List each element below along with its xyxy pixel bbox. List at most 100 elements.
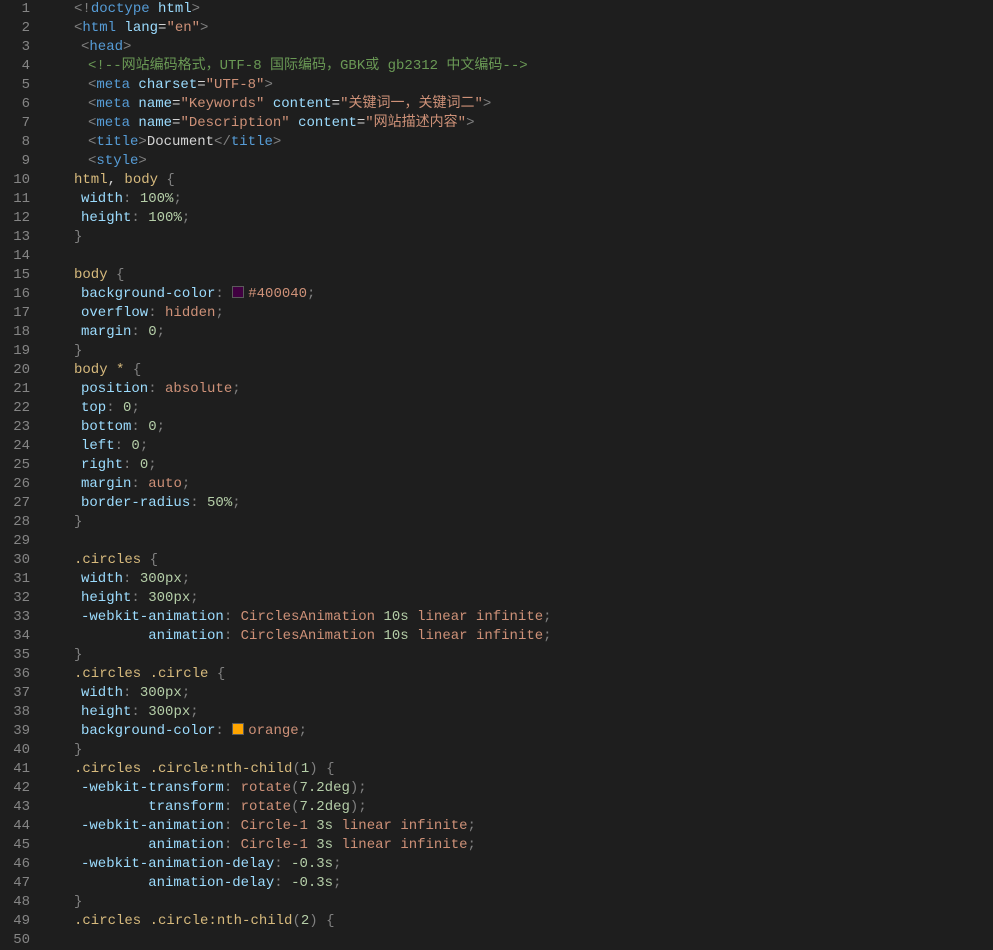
code-token: ;: [182, 210, 190, 226]
code-line[interactable]: width: 100%;: [60, 190, 993, 209]
code-line[interactable]: }: [60, 893, 993, 912]
code-token: background-color: [81, 723, 215, 739]
code-line[interactable]: height: 300px;: [60, 589, 993, 608]
code-line[interactable]: top: 0;: [60, 399, 993, 418]
code-token: margin: [81, 476, 131, 492]
code-line[interactable]: <!--网站编码格式，UTF-8 国际编码，GBK或 gb2312 中文编码--…: [60, 57, 993, 76]
code-line[interactable]: background-color: orange;: [60, 722, 993, 741]
code-token: right: [81, 457, 123, 473]
code-line[interactable]: -webkit-animation-delay: -0.3s;: [60, 855, 993, 874]
code-token: }: [74, 742, 82, 758]
code-token: :: [115, 438, 132, 454]
code-line[interactable]: <title>Document</title>: [60, 133, 993, 152]
code-line[interactable]: [60, 247, 993, 266]
line-number: 45: [12, 836, 30, 855]
code-editor-area[interactable]: <!doctype html><html lang="en"><head><!-…: [48, 0, 993, 930]
code-line[interactable]: html, body {: [60, 171, 993, 190]
code-line[interactable]: overflow: hidden;: [60, 304, 993, 323]
code-line[interactable]: right: 0;: [60, 456, 993, 475]
line-number: 26: [12, 475, 30, 494]
code-token: style: [96, 153, 138, 169]
code-line[interactable]: .circles .circle {: [60, 665, 993, 684]
code-token: 10s: [383, 609, 408, 625]
code-line[interactable]: height: 300px;: [60, 703, 993, 722]
code-line[interactable]: position: absolute;: [60, 380, 993, 399]
code-line[interactable]: animation: Circle-1 3s linear infinite;: [60, 836, 993, 855]
code-token: ;: [148, 457, 156, 473]
code-token: head: [89, 39, 123, 55]
code-line[interactable]: background-color: #400040;: [60, 285, 993, 304]
code-line[interactable]: [60, 532, 993, 551]
line-number: 29: [12, 532, 30, 551]
code-line[interactable]: <!doctype html>: [60, 0, 993, 19]
code-line[interactable]: height: 100%;: [60, 209, 993, 228]
code-line[interactable]: left: 0;: [60, 437, 993, 456]
code-line[interactable]: -webkit-animation: CirclesAnimation 10s …: [60, 608, 993, 627]
code-token: </: [214, 134, 231, 150]
code-line[interactable]: <meta name="Keywords" content="关键词一，关键词二…: [60, 95, 993, 114]
code-token: meta: [96, 96, 138, 112]
line-number: 8: [12, 133, 30, 152]
code-line[interactable]: animation-delay: -0.3s;: [60, 874, 993, 893]
code-token: linear: [341, 818, 391, 834]
code-line[interactable]: bottom: 0;: [60, 418, 993, 437]
line-number: 10: [12, 171, 30, 190]
code-line[interactable]: margin: auto;: [60, 475, 993, 494]
code-line[interactable]: transform: rotate(7.2deg);: [60, 798, 993, 817]
code-token: animation: [148, 837, 224, 853]
code-line[interactable]: width: 300px;: [60, 570, 993, 589]
line-number: 9: [12, 152, 30, 171]
code-line[interactable]: }: [60, 646, 993, 665]
code-line[interactable]: .circles {: [60, 551, 993, 570]
code-line[interactable]: -webkit-transform: rotate(7.2deg);: [60, 779, 993, 798]
code-token: 0: [148, 419, 156, 435]
line-number: 35: [12, 646, 30, 665]
code-token: :: [224, 799, 241, 815]
code-line[interactable]: width: 300px;: [60, 684, 993, 703]
color-swatch-icon: [232, 286, 244, 298]
code-token: [81, 875, 148, 891]
line-number: 48: [12, 893, 30, 912]
code-token: :: [148, 381, 165, 397]
code-token: ;: [190, 590, 198, 606]
code-token: [290, 115, 298, 131]
code-line[interactable]: body {: [60, 266, 993, 285]
code-line[interactable]: margin: 0;: [60, 323, 993, 342]
code-line[interactable]: <meta charset="UTF-8">: [60, 76, 993, 95]
code-token: charset: [138, 77, 197, 93]
code-token: ;: [307, 286, 315, 302]
code-token: "网站描述内容": [365, 115, 466, 131]
code-token: :: [274, 875, 291, 891]
code-line[interactable]: }: [60, 513, 993, 532]
code-token: html: [82, 20, 124, 36]
code-line[interactable]: .circles .circle:nth-child(2) {: [60, 912, 993, 930]
code-line[interactable]: .circles .circle:nth-child(1) {: [60, 760, 993, 779]
code-line[interactable]: -webkit-animation: Circle-1 3s linear in…: [60, 817, 993, 836]
code-token: width: [81, 685, 123, 701]
code-line[interactable]: }: [60, 342, 993, 361]
code-line[interactable]: body * {: [60, 361, 993, 380]
code-token: infinite: [400, 837, 467, 853]
code-line[interactable]: }: [60, 741, 993, 760]
line-number: 1: [12, 0, 30, 19]
code-line[interactable]: <meta name="Description" content="网站描述内容…: [60, 114, 993, 133]
line-number: 40: [12, 741, 30, 760]
code-token: ;: [358, 799, 366, 815]
code-line[interactable]: border-radius: 50%;: [60, 494, 993, 513]
code-token: ;: [232, 495, 240, 511]
code-token: [141, 666, 149, 682]
code-line[interactable]: <head>: [60, 38, 993, 57]
code-line[interactable]: <html lang="en">: [60, 19, 993, 38]
code-token: CirclesAnimation: [241, 628, 384, 644]
code-token: :: [274, 856, 291, 872]
code-line[interactable]: animation: CirclesAnimation 10s linear i…: [60, 627, 993, 646]
code-line[interactable]: }: [60, 228, 993, 247]
code-line[interactable]: <style>: [60, 152, 993, 171]
code-token: :: [131, 590, 148, 606]
code-token: 100%: [140, 191, 174, 207]
code-token: 2: [301, 913, 309, 929]
code-token: "关键词一，关键词二": [340, 96, 483, 112]
code-token: (: [292, 913, 300, 929]
code-token: :: [224, 818, 241, 834]
code-token: ;: [157, 419, 165, 435]
